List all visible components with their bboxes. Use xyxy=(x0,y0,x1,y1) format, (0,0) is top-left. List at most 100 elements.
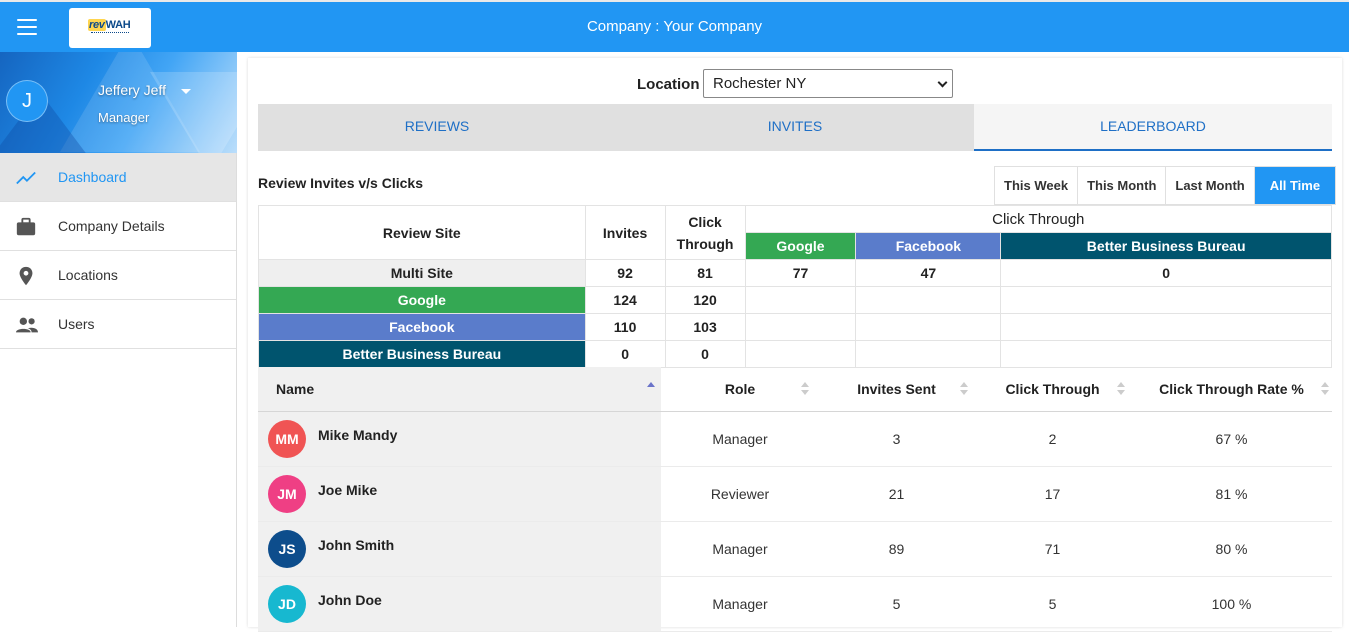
table-row: Better Business Bureau 0 0 xyxy=(258,340,1332,368)
table-row[interactable]: JD John Doe Manager 5 5 100 % xyxy=(258,576,1332,632)
site-google: Google xyxy=(258,286,586,314)
bbb-clicks-value: 0 xyxy=(1000,259,1332,287)
clicks-value: 0 xyxy=(664,340,746,368)
users-icon xyxy=(16,317,38,333)
top-app-bar: revWAH Company : Your Company xyxy=(0,0,1349,52)
user-role: Manager xyxy=(98,110,150,125)
click-rate-cell: 81 % xyxy=(1131,466,1332,522)
main-panel: Location Rochester NY REVIEWS INVITES LE… xyxy=(248,58,1342,632)
header-click-through: Click Through xyxy=(664,205,746,260)
leaderboard-table: Name Role Invites Sent Click Through Cli… xyxy=(258,367,1332,632)
invites-sent-cell: 89 xyxy=(819,521,974,577)
column-header-name[interactable]: Name xyxy=(258,367,661,412)
date-range-toggle: This Week This Month Last Month All Time xyxy=(994,166,1337,205)
click-through-cell: 2 xyxy=(974,411,1131,467)
sort-icon xyxy=(801,382,809,396)
sidebar-item-dashboard[interactable]: Dashboard xyxy=(0,153,236,202)
click-rate-cell: 67 % xyxy=(1131,411,1332,467)
role-cell: Reviewer xyxy=(661,466,819,522)
tab-invites[interactable]: INVITES xyxy=(616,104,974,151)
location-select-value: Rochester NY xyxy=(713,75,807,92)
sort-icon xyxy=(1321,382,1329,396)
invites-value: 92 xyxy=(584,259,666,287)
trending-line-icon xyxy=(16,171,36,185)
invites-sent-cell: 5 xyxy=(819,576,974,632)
table-row[interactable]: JM Joe Mike Reviewer 21 17 81 % xyxy=(258,466,1332,522)
sidebar-item-label: Company Details xyxy=(58,218,165,234)
table-row[interactable]: JS John Smith Manager 89 71 80 % xyxy=(258,521,1332,577)
avatar: JD xyxy=(268,584,306,623)
invites-sent-cell: 3 xyxy=(819,411,974,467)
invites-value: 110 xyxy=(584,313,666,341)
invites-sent-cell: 21 xyxy=(819,466,974,522)
facebook-clicks-value: 47 xyxy=(855,259,1002,287)
sidebar-item-label: Dashboard xyxy=(58,169,127,185)
caret-down-icon[interactable] xyxy=(181,89,191,94)
person-name: John Smith xyxy=(318,536,395,553)
site-bbb: Better Business Bureau xyxy=(258,340,586,368)
subheader-bbb: Better Business Bureau xyxy=(1000,232,1332,260)
range-last-month-button[interactable]: Last Month xyxy=(1166,167,1255,204)
person-name: Joe Mike xyxy=(318,481,378,498)
briefcase-icon xyxy=(16,217,36,236)
click-rate-cell: 80 % xyxy=(1131,521,1332,577)
header-review-site: Review Site xyxy=(258,205,586,260)
location-select[interactable]: Rochester NY xyxy=(703,69,953,98)
sidebar-item-label: Locations xyxy=(58,267,118,283)
tab-reviews[interactable]: REVIEWS xyxy=(258,104,616,151)
chevron-down-icon xyxy=(937,77,948,88)
column-header-invites-sent[interactable]: Invites Sent xyxy=(819,367,974,412)
section-title: Review Invites v/s Clicks xyxy=(258,175,423,191)
user-menu-name[interactable]: Jeffery Jeff xyxy=(98,82,166,98)
avatar: J xyxy=(6,80,48,122)
column-header-role[interactable]: Role xyxy=(661,367,819,412)
location-label: Location xyxy=(637,76,700,93)
table-row: Multi Site 92 81 77 47 0 xyxy=(258,259,1332,287)
location-pin-icon xyxy=(19,266,33,286)
table-row: Facebook 110 103 xyxy=(258,313,1332,341)
sort-icon xyxy=(960,382,968,396)
avatar: JM xyxy=(268,474,306,513)
sidebar-item-label: Users xyxy=(58,316,95,332)
range-all-time-button[interactable]: All Time xyxy=(1254,167,1336,204)
avatar: MM xyxy=(268,419,306,458)
person-name: John Doe xyxy=(318,591,382,608)
sort-asc-icon xyxy=(647,382,655,396)
header-click-through-group: Click Through xyxy=(744,205,1333,233)
click-through-cell: 5 xyxy=(974,576,1131,632)
role-cell: Manager xyxy=(661,411,819,467)
table-row: Google 124 120 xyxy=(258,286,1332,314)
sidebar-item-users[interactable]: Users xyxy=(0,300,236,349)
click-through-cell: 17 xyxy=(974,466,1131,522)
click-rate-cell: 100 % xyxy=(1131,576,1332,632)
avatar: JS xyxy=(268,529,306,568)
tab-leaderboard[interactable]: LEADERBOARD xyxy=(974,104,1332,151)
sidebar: J Jeffery Jeff Manager Dashboard Company… xyxy=(0,52,237,627)
subheader-facebook: Facebook xyxy=(855,232,1002,260)
invites-clicks-table: Review Site Invites Click Through Click … xyxy=(258,205,1333,368)
header-invites: Invites xyxy=(584,205,666,260)
role-cell: Manager xyxy=(661,576,819,632)
clicks-value: 103 xyxy=(664,313,746,341)
click-through-cell: 71 xyxy=(974,521,1131,577)
site-facebook: Facebook xyxy=(258,313,586,341)
sort-icon xyxy=(1117,382,1125,396)
clicks-value: 120 xyxy=(664,286,746,314)
range-this-month-button[interactable]: This Month xyxy=(1078,167,1167,204)
column-header-click-rate[interactable]: Click Through Rate % xyxy=(1131,367,1332,412)
person-name: Mike Mandy xyxy=(318,426,398,443)
sidebar-item-company-details[interactable]: Company Details xyxy=(0,202,236,251)
tab-bar: REVIEWS INVITES LEADERBOARD xyxy=(258,104,1332,151)
site-multi: Multi Site xyxy=(258,259,586,287)
company-title: Company : Your Company xyxy=(586,18,763,35)
table-row[interactable]: MM Mike Mandy Manager 3 2 67 % xyxy=(258,411,1332,467)
clicks-value: 81 xyxy=(664,259,746,287)
google-clicks-value: 77 xyxy=(744,259,857,287)
column-header-click-through[interactable]: Click Through xyxy=(974,367,1131,412)
profile-header: J Jeffery Jeff Manager xyxy=(0,52,237,153)
role-cell: Manager xyxy=(661,521,819,577)
invites-value: 124 xyxy=(584,286,666,314)
invites-value: 0 xyxy=(584,340,666,368)
sidebar-item-locations[interactable]: Locations xyxy=(0,251,236,300)
range-this-week-button[interactable]: This Week xyxy=(995,167,1079,204)
